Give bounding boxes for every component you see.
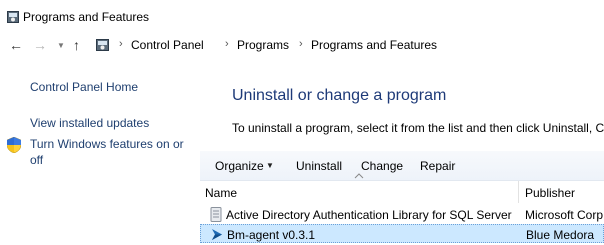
shield-icon: [7, 137, 21, 153]
uninstall-button[interactable]: Uninstall: [296, 159, 342, 173]
column-divider[interactable]: [518, 181, 519, 203]
command-bar: Organize ▼ Uninstall Change Repair: [200, 151, 604, 181]
row-publisher-cell: Microsoft Corp: [525, 208, 604, 222]
breadcrumb-separator-icon[interactable]: ›: [119, 38, 123, 50]
sort-ascending-icon: [354, 173, 364, 179]
row-name-cell: Bm-agent v0.3.1: [227, 228, 316, 242]
organize-dropdown-icon[interactable]: ▼: [266, 161, 274, 170]
view-installed-updates-link[interactable]: View installed updates: [30, 116, 149, 130]
control-panel-icon: [96, 39, 109, 51]
breadcrumb-separator-icon[interactable]: ›: [225, 38, 229, 50]
back-arrow-icon[interactable]: ←: [9, 36, 23, 54]
up-arrow-icon[interactable]: ↑: [73, 36, 80, 54]
column-header-publisher[interactable]: Publisher: [525, 186, 575, 200]
title-bar: Programs and Features: [0, 0, 604, 32]
page-description: To uninstall a program, select it from t…: [232, 121, 604, 135]
turn-windows-features-link[interactable]: Turn Windows features on or: [30, 137, 184, 151]
column-header-name[interactable]: Name: [205, 186, 237, 200]
window-title: Programs and Features: [23, 10, 150, 24]
control-panel-icon: [7, 11, 19, 23]
breadcrumb-programs[interactable]: Programs: [237, 38, 289, 52]
breadcrumb-control-panel[interactable]: Control Panel: [131, 38, 204, 52]
installer-icon: [210, 207, 222, 222]
forward-arrow-icon[interactable]: →: [33, 36, 47, 54]
recent-locations-chevron-icon[interactable]: ▼: [57, 37, 65, 55]
row-publisher-cell: Blue Medora: [526, 228, 595, 242]
bm-agent-icon: [212, 229, 222, 240]
row-name-cell: Active Directory Authentication Library …: [226, 208, 512, 222]
page-title: Uninstall or change a program: [232, 87, 447, 104]
table-row[interactable]: Active Directory Authentication Library …: [200, 205, 604, 224]
turn-windows-features-link-continued[interactable]: off: [30, 153, 43, 167]
breadcrumb-programs-and-features[interactable]: Programs and Features: [311, 38, 437, 52]
change-button[interactable]: Change: [361, 159, 403, 173]
organize-button[interactable]: Organize: [215, 159, 264, 173]
repair-button[interactable]: Repair: [420, 159, 455, 173]
table-row-selected[interactable]: Bm-agent v0.3.1 Blue Medora: [200, 224, 604, 243]
address-bar: ← → ▼ ↑ › Control Panel › Programs › Pro…: [0, 32, 604, 58]
breadcrumb-separator-icon[interactable]: ›: [299, 38, 303, 50]
control-panel-home-link[interactable]: Control Panel Home: [30, 80, 138, 94]
